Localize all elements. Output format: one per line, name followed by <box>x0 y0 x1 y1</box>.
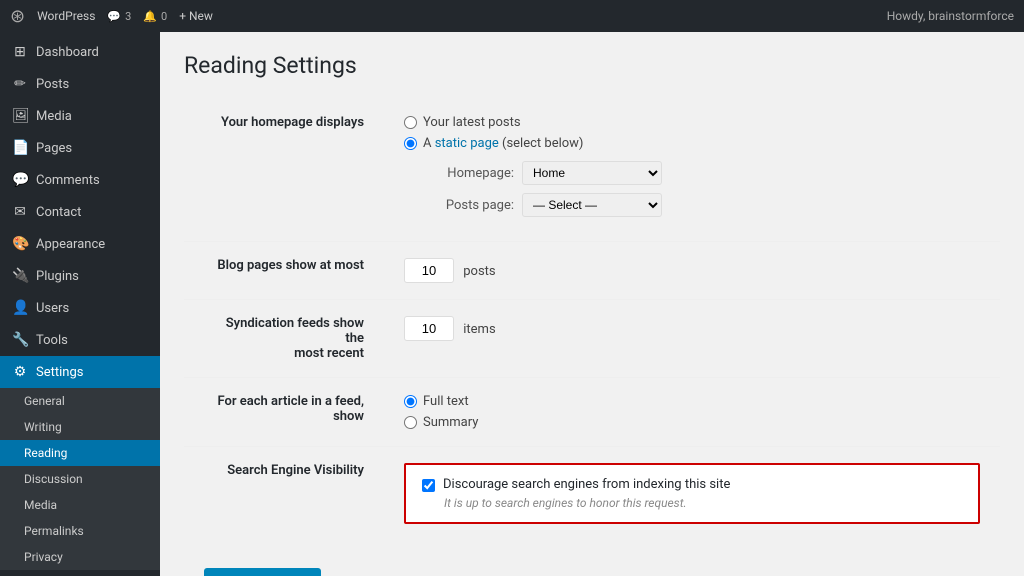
feed-article-options: Full text Summary <box>384 378 1000 447</box>
posts-page-select[interactable]: — Select — <box>522 193 662 217</box>
submenu-reading[interactable]: Reading <box>0 440 160 466</box>
wordpress-logo-icon: ⊛ <box>10 6 25 27</box>
search-visibility-row: Search Engine Visibility Discourage sear… <box>184 447 1000 541</box>
howdy-text: Howdy, brainstormforce <box>887 9 1014 23</box>
blog-pages-input[interactable] <box>404 258 454 283</box>
search-visibility-note: It is up to search engines to honor this… <box>444 496 962 510</box>
sidebar-item-media[interactable]: 🖼 Media <box>0 100 160 132</box>
full-text-radio[interactable] <box>404 395 417 408</box>
blog-pages-label: Blog pages show at most <box>184 242 384 300</box>
homepage-select-row: Homepage: Home <box>424 161 980 185</box>
settings-icon: ⚙ <box>12 364 28 380</box>
search-visibility-checkbox-label: Discourage search engines from indexing … <box>443 477 730 492</box>
static-page-sub-settings: Homepage: Home Posts page: — Select — <box>424 161 980 217</box>
static-page-radio-label[interactable]: A static page (select below) <box>404 136 980 151</box>
sidebar-item-contact[interactable]: ✉ Contact <box>0 196 160 228</box>
new-content-button[interactable]: + New <box>179 9 213 23</box>
tools-icon: 🔧 <box>12 332 28 348</box>
page-title: Reading Settings <box>184 52 1000 79</box>
sidebar-item-users[interactable]: 👤 Users <box>0 292 160 324</box>
sidebar-item-pages[interactable]: 📄 Pages <box>0 132 160 164</box>
static-page-link[interactable]: static page <box>435 136 499 151</box>
comments-count[interactable]: 💬 3 <box>107 10 131 23</box>
dashboard-icon: ⊞ <box>12 44 28 60</box>
homepage-select[interactable]: Home <box>522 161 662 185</box>
plugins-icon: 🔌 <box>12 268 28 284</box>
posts-page-select-row: Posts page: — Select — <box>424 193 980 217</box>
latest-posts-radio[interactable] <box>404 116 417 129</box>
posts-page-label: Posts page: <box>424 198 514 213</box>
settings-submenu: General Writing Reading Discussion Media… <box>0 388 160 570</box>
sidebar-item-plugins[interactable]: 🔌 Plugins <box>0 260 160 292</box>
sidebar-item-tools[interactable]: 🔧 Tools <box>0 324 160 356</box>
contact-icon: ✉ <box>12 204 28 220</box>
syndication-input[interactable] <box>404 316 454 341</box>
topbar: ⊛ WordPress 💬 3 🔔 0 + New Howdy, brainst… <box>0 0 1024 32</box>
latest-posts-radio-label[interactable]: Your latest posts <box>404 115 980 130</box>
submenu-privacy[interactable]: Privacy <box>0 544 160 570</box>
submenu-permalinks[interactable]: Permalinks <box>0 518 160 544</box>
feed-article-label: For each article in a feed, show <box>184 378 384 447</box>
search-visibility-box: Discourage search engines from indexing … <box>404 463 980 524</box>
settings-table: Your homepage displays Your latest posts… <box>184 99 1000 540</box>
search-visibility-cell: Discourage search engines from indexing … <box>384 447 1000 541</box>
appearance-icon: 🎨 <box>12 236 28 252</box>
search-visibility-label: Search Engine Visibility <box>184 447 384 541</box>
sidebar-item-dashboard[interactable]: ⊞ Dashboard <box>0 36 160 68</box>
sidebar-item-posts[interactable]: ✏ Posts <box>0 68 160 100</box>
site-name[interactable]: WordPress <box>37 9 95 23</box>
save-changes-button[interactable]: Save Changes <box>204 568 321 576</box>
sidebar-item-comments[interactable]: 💬 Comments <box>0 164 160 196</box>
search-visibility-checkbox[interactable] <box>422 479 435 492</box>
search-visibility-check-row: Discourage search engines from indexing … <box>422 477 962 492</box>
full-text-radio-label[interactable]: Full text <box>404 394 980 409</box>
pages-icon: 📄 <box>12 140 28 156</box>
blog-pages-value-cell: posts <box>384 242 1000 300</box>
syndication-label: Syndication feeds show the most recent <box>184 300 384 378</box>
main-content: Reading Settings Your homepage displays … <box>160 32 1024 576</box>
summary-radio-label[interactable]: Summary <box>404 415 980 430</box>
static-page-radio[interactable] <box>404 137 417 150</box>
sidebar-item-appearance[interactable]: 🎨 Appearance <box>0 228 160 260</box>
updates-count[interactable]: 🔔 0 <box>143 10 167 23</box>
comments-icon: 💬 <box>12 172 28 188</box>
syndication-value-cell: items <box>384 300 1000 378</box>
sidebar-item-settings[interactable]: ⚙ Settings <box>0 356 160 388</box>
settings-footer: Save Changes <box>184 540 1000 576</box>
submenu-media[interactable]: Media <box>0 492 160 518</box>
submenu-discussion[interactable]: Discussion <box>0 466 160 492</box>
homepage-row: Your homepage displays Your latest posts… <box>184 99 1000 242</box>
media-icon: 🖼 <box>12 108 28 124</box>
sidebar: ⊞ Dashboard ✏ Posts 🖼 Media 📄 Pages 💬 Co… <box>0 32 160 576</box>
syndication-row: Syndication feeds show the most recent i… <box>184 300 1000 378</box>
posts-icon: ✏ <box>12 76 28 92</box>
submenu-writing[interactable]: Writing <box>0 414 160 440</box>
homepage-label: Your homepage displays <box>184 99 384 242</box>
homepage-options: Your latest posts A static page (select … <box>384 99 1000 242</box>
blog-pages-row: Blog pages show at most posts <box>184 242 1000 300</box>
summary-radio[interactable] <box>404 416 417 429</box>
users-icon: 👤 <box>12 300 28 316</box>
homepage-select-label: Homepage: <box>424 166 514 181</box>
submenu-general[interactable]: General <box>0 388 160 414</box>
feed-article-row: For each article in a feed, show Full te… <box>184 378 1000 447</box>
